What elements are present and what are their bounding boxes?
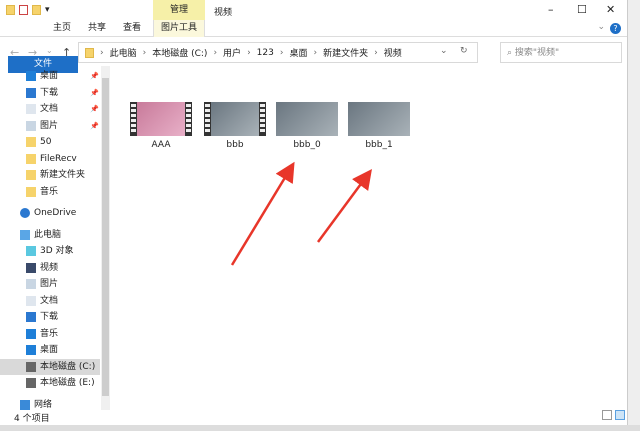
red-arrow xyxy=(316,168,372,243)
annotation-arrows xyxy=(230,161,372,266)
red-arrow xyxy=(230,161,295,266)
